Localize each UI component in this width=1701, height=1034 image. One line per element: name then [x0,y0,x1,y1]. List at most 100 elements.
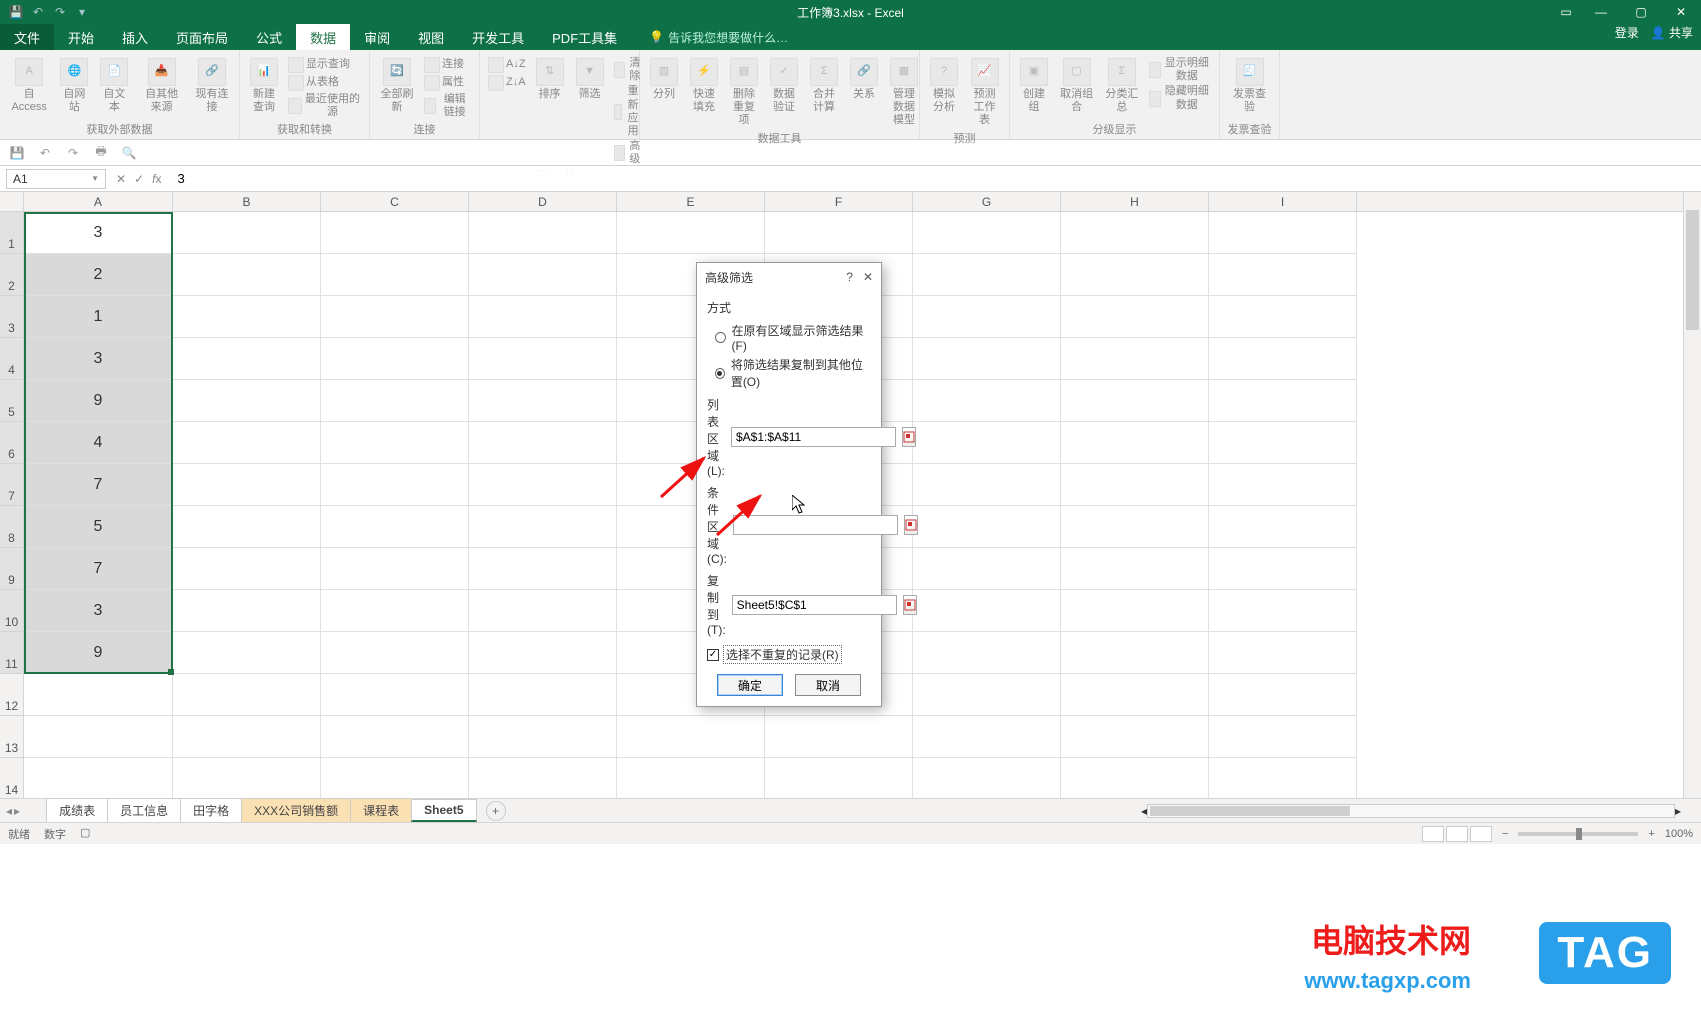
undo-icon[interactable]: ↶ [30,4,46,20]
select-all-corner[interactable] [0,192,24,212]
cell[interactable] [173,632,321,674]
copy-to-location-radio[interactable]: 将筛选结果复制到其他位置(O) [715,356,871,390]
relationships-button[interactable]: 🔗关系 [846,56,882,103]
cell[interactable] [1061,632,1209,674]
cell[interactable] [321,422,469,464]
cancel-formula-icon[interactable]: ✕ [116,172,126,186]
group-button[interactable]: ▣创建组 [1016,56,1052,116]
row-header[interactable]: 3 [0,296,23,338]
cell[interactable] [1061,674,1209,716]
qat-more-icon[interactable]: ▾ [74,4,90,20]
cell[interactable] [469,506,617,548]
save-icon[interactable]: 💾 [8,144,26,162]
row-header[interactable]: 11 [0,632,23,674]
row-header[interactable]: 7 [0,464,23,506]
sheet-tab[interactable]: XXX公司销售额 [241,798,351,822]
cell[interactable] [1061,296,1209,338]
redo-icon[interactable]: ↷ [64,144,82,162]
normal-view-button[interactable] [1422,826,1444,842]
cell[interactable] [1061,380,1209,422]
cell[interactable] [1209,548,1357,590]
cell[interactable]: 4 [24,422,173,464]
cell[interactable] [24,674,173,716]
cell[interactable] [913,716,1061,758]
ribbon-options-icon[interactable]: ▭ [1551,0,1581,24]
cell[interactable] [913,506,1061,548]
cell[interactable] [469,716,617,758]
cell[interactable] [469,296,617,338]
horizontal-scrollbar[interactable]: ◂ ▸ [1141,803,1681,819]
cell[interactable] [1061,506,1209,548]
tab-review[interactable]: 审阅 [350,24,404,50]
column-header[interactable]: D [469,192,617,211]
cell[interactable] [173,716,321,758]
cell[interactable] [913,338,1061,380]
cell[interactable] [173,380,321,422]
cell[interactable] [913,296,1061,338]
range-picker-button[interactable] [904,515,918,535]
text-to-columns-button[interactable]: ▥分列 [646,56,682,103]
cell[interactable] [173,254,321,296]
from-table-button[interactable]: 从表格 [286,74,363,92]
remove-duplicates-button[interactable]: ▤删除重复项 [726,56,762,130]
cell[interactable] [24,758,173,798]
cell[interactable] [321,716,469,758]
from-web-button[interactable]: 🌐自网站 [56,56,92,116]
column-header[interactable]: E [617,192,765,211]
sheet-nav-first-icon[interactable]: ◂ [6,804,12,818]
sheet-tab[interactable]: 成绩表 [46,798,108,822]
filter-button[interactable]: ▼筛选 [572,56,608,103]
cell[interactable] [1061,464,1209,506]
cell[interactable] [321,380,469,422]
cell[interactable] [173,338,321,380]
redo-icon[interactable]: ↷ [52,4,68,20]
tab-home[interactable]: 开始 [54,24,108,50]
cell[interactable] [321,464,469,506]
fx-icon[interactable]: fx [152,172,161,186]
cell[interactable] [321,212,469,254]
row-header[interactable]: 9 [0,548,23,590]
cell[interactable] [1061,212,1209,254]
column-header[interactable]: G [913,192,1061,211]
existing-conn-button[interactable]: 🔗现有连接 [191,56,233,116]
from-other-button[interactable]: 📥自其他来源 [136,56,187,116]
from-access-button[interactable]: A自 Access [6,56,52,116]
consolidate-button[interactable]: Σ合并计算 [806,56,842,116]
tab-insert[interactable]: 插入 [108,24,162,50]
cell[interactable] [173,422,321,464]
cell[interactable] [321,674,469,716]
cell[interactable] [173,590,321,632]
cell[interactable] [321,548,469,590]
cell[interactable] [1061,338,1209,380]
cell[interactable] [469,254,617,296]
cell[interactable] [469,380,617,422]
row-header[interactable]: 2 [0,254,23,296]
sort-za-button[interactable]: Z↓A [486,74,528,92]
cell[interactable] [469,674,617,716]
chevron-down-icon[interactable]: ▼ [91,174,99,183]
hide-detail-button[interactable]: 隐藏明细数据 [1147,84,1214,112]
close-icon[interactable]: ✕ [863,270,873,284]
cell[interactable] [913,590,1061,632]
zoom-out-button[interactable]: − [1502,828,1508,840]
properties-button[interactable]: 属性 [422,74,473,92]
cell[interactable] [913,548,1061,590]
cell[interactable] [321,254,469,296]
filter-inplace-radio[interactable]: 在原有区域显示筛选结果(F) [715,322,871,353]
cancel-button[interactable]: 取消 [795,674,861,696]
cell[interactable]: 3 [24,212,173,254]
cell[interactable] [469,548,617,590]
cell[interactable] [1209,758,1357,798]
cell[interactable]: 2 [24,254,173,296]
scroll-right-icon[interactable]: ▸ [1675,804,1681,818]
row-header[interactable]: 10 [0,590,23,632]
cell[interactable] [24,716,173,758]
cell[interactable] [913,758,1061,798]
show-detail-button[interactable]: 显示明细数据 [1147,56,1214,84]
cell[interactable] [1209,674,1357,716]
tab-view[interactable]: 视图 [404,24,458,50]
from-text-button[interactable]: 📄自文本 [96,56,132,116]
show-queries-button[interactable]: 显示查询 [286,56,363,74]
tab-formulas[interactable]: 公式 [242,24,296,50]
add-sheet-button[interactable]: + [486,801,506,821]
